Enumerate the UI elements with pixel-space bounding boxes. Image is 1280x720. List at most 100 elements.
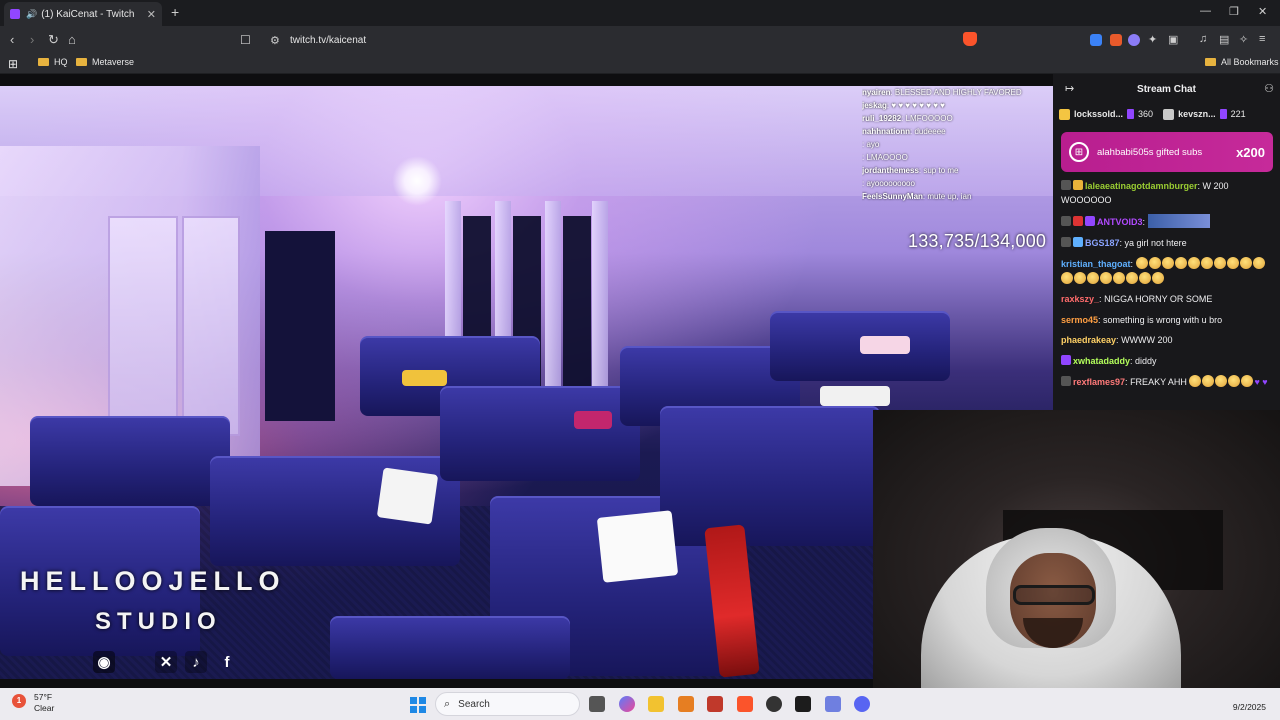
browser-tab-twitch[interactable]: 🔊 (1) KaiCenat - Twitch ✕ xyxy=(4,2,162,26)
brave-shields-icon[interactable] xyxy=(963,32,977,46)
video-pillow xyxy=(820,386,890,406)
emote-icon xyxy=(1215,375,1228,387)
chat-username[interactable]: laleaeatinagotdamnburger xyxy=(1085,181,1198,191)
close-window-icon[interactable]: ✕ xyxy=(1258,5,1267,18)
video-pillow xyxy=(596,510,679,583)
chat-username[interactable]: xwhatadaddy xyxy=(1073,356,1130,366)
windows-start-icon[interactable] xyxy=(410,697,426,713)
windows-taskbar: 1 57°F Clear ⌕ Search 9/2/2025 xyxy=(0,688,1280,720)
emote-icon xyxy=(1228,375,1241,387)
chat-leaderboard[interactable]: lockssold... 360 kevszn... 221 xyxy=(1059,106,1280,122)
weather-widget[interactable]: 1 57°F Clear xyxy=(12,692,54,714)
extension-icon-2[interactable] xyxy=(1110,34,1122,46)
app-icon[interactable] xyxy=(678,696,694,712)
emote-image xyxy=(1147,214,1210,228)
emote-icon xyxy=(1239,257,1252,269)
badge-icon xyxy=(1073,236,1083,247)
extension-icon-3[interactable] xyxy=(1128,34,1140,46)
chat-text: FREAKY AHH xyxy=(1130,377,1187,387)
bookmark-label: Metaverse xyxy=(92,57,135,67)
apps-grid-icon[interactable]: ⊞ xyxy=(8,57,18,71)
badge-icon xyxy=(1073,180,1083,190)
chat-panel: ↦ Stream Chat ⚇ lockssold... 360 kevszn.… xyxy=(1053,74,1280,410)
chat-message: raxkszy_: NIGGA HORNY OR SOME xyxy=(1061,294,1213,304)
chat-username[interactable]: phaedrakeay xyxy=(1061,335,1116,345)
bookmark-label: HQ xyxy=(54,57,68,67)
bookmark-folder-hq[interactable]: HQ xyxy=(38,57,68,67)
discord-icon[interactable] xyxy=(854,696,870,712)
emote-icon xyxy=(1174,257,1187,269)
overlay-chat-row: : LMAOOOO xyxy=(862,153,908,162)
chat-username[interactable]: rexflames97 xyxy=(1073,377,1125,387)
overlay-chat-row: jeskag: ♥ ♥ ♥ ♥ ♥ ♥ ♥ ♥ xyxy=(862,101,945,110)
video-sofa xyxy=(30,416,230,506)
minimize-icon[interactable]: — xyxy=(1200,5,1211,17)
gift-amount: x200 xyxy=(1236,144,1265,160)
menu-icon[interactable]: ≡ xyxy=(1259,33,1265,45)
close-tab-icon[interactable]: ✕ xyxy=(147,8,156,21)
video-ceiling-light xyxy=(392,156,442,206)
weather-alert-icon: 1 xyxy=(12,694,26,708)
gift-subs-banner[interactable]: ⊞ alahbabi505s gifted subs x200 xyxy=(1061,132,1273,172)
leader-name: lockssold... xyxy=(1074,109,1124,119)
forward-icon[interactable]: › xyxy=(30,32,34,47)
overlay-chat: nyairen: BLESSED AND HIGHLY FAVORED jesk… xyxy=(862,86,1053,203)
video-window xyxy=(563,216,591,396)
reload-icon[interactable]: ↻ xyxy=(48,32,59,48)
taskbar-search[interactable]: ⌕ Search xyxy=(435,692,580,716)
emote-icon xyxy=(1213,257,1226,269)
task-view-icon[interactable] xyxy=(589,696,605,712)
file-explorer-icon[interactable] xyxy=(648,696,664,712)
extensions-puzzle-icon[interactable]: ✦ xyxy=(1148,33,1157,46)
chat-message: phaedrakeay: WWWW 200 xyxy=(1061,335,1173,345)
home-icon[interactable]: ⌂ xyxy=(68,32,76,47)
copilot-icon[interactable] xyxy=(619,696,635,712)
gift-text: alahbabi505s gifted subs xyxy=(1097,146,1203,158)
purple-heart-icon: ♥ ♥ xyxy=(1254,377,1268,387)
crown-icon xyxy=(1163,108,1175,120)
gem-icon xyxy=(1127,109,1135,119)
all-bookmarks-button[interactable]: All Bookmarks xyxy=(1205,57,1279,67)
app-icon[interactable] xyxy=(766,696,782,712)
chat-title: Stream Chat xyxy=(1137,83,1196,95)
back-icon[interactable]: ‹ xyxy=(10,32,14,47)
crown-icon xyxy=(1059,108,1070,120)
app-icon[interactable] xyxy=(707,696,723,712)
social-icon-1: ◉ xyxy=(93,651,115,673)
chat-username[interactable]: ANTVOID3 xyxy=(1097,217,1143,227)
studio-logo-line1: HELLOOJELLO xyxy=(20,566,286,596)
site-settings-icon[interactable]: ⚙ xyxy=(260,34,290,47)
chat-username[interactable]: sermo45 xyxy=(1061,315,1098,325)
badge-icon xyxy=(1085,216,1095,226)
app-icon[interactable] xyxy=(825,696,841,712)
emote-icon xyxy=(1226,257,1239,269)
bookmark-folder-metaverse[interactable]: Metaverse xyxy=(76,57,134,67)
emote-icon xyxy=(1189,375,1202,387)
wallet-icon[interactable]: ▤ xyxy=(1219,33,1229,46)
chat-text: WWWW 200 xyxy=(1121,335,1173,345)
emote-icon xyxy=(1202,375,1215,387)
bookmark-icon[interactable]: ☐ xyxy=(240,33,260,47)
sidebar-icon[interactable]: ▣ xyxy=(1168,33,1178,46)
overlay-chat-row: FeelsSunnyMan: mute up, ian xyxy=(862,192,972,201)
address-bar[interactable]: ☐ ⚙ twitch.tv/kaicenat ↗ xyxy=(240,29,985,51)
media-icon[interactable]: ♫ xyxy=(1199,33,1207,45)
leader-count: 360 xyxy=(1138,109,1154,119)
folder-icon xyxy=(1205,58,1216,66)
terminal-icon[interactable] xyxy=(795,696,811,712)
chat-text: diddy xyxy=(1135,355,1157,366)
emote-icon xyxy=(1152,271,1164,284)
chat-username[interactable]: kristian_thagoat xyxy=(1061,259,1131,269)
chat-username[interactable]: raxkszy_ xyxy=(1061,294,1099,304)
audio-playing-icon[interactable]: 🔊 xyxy=(26,9,37,20)
chat-username[interactable]: BGS187 xyxy=(1085,238,1120,248)
chat-message: ANTVOID3: xyxy=(1061,214,1273,230)
restore-icon[interactable]: ❐ xyxy=(1229,5,1239,18)
search-placeholder: Search xyxy=(458,698,490,710)
leo-ai-icon[interactable]: ✧ xyxy=(1239,33,1248,46)
extension-icon-1[interactable] xyxy=(1090,34,1102,46)
new-tab-button[interactable]: + xyxy=(171,4,179,20)
webcam-glasses xyxy=(1013,585,1095,605)
brave-taskbar-icon[interactable] xyxy=(737,696,753,712)
community-icon[interactable]: ⚇ xyxy=(1264,82,1274,95)
